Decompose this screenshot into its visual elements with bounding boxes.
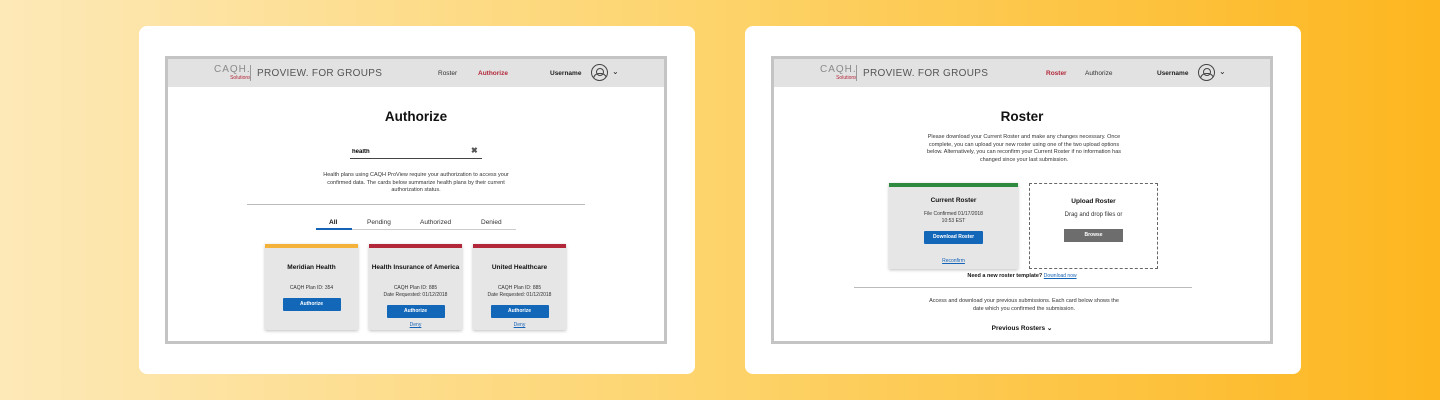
search-input[interactable] xyxy=(350,146,482,159)
tab-all[interactable]: All xyxy=(329,219,337,226)
nav-roster-link[interactable]: Roster xyxy=(438,70,457,77)
status-bar-pending xyxy=(265,244,358,248)
top-nav: CAQH. Solutions PROVIEW. FOR GROUPS Rost… xyxy=(774,59,1270,87)
plan-details: CAQH Plan ID: 885 Date Requested: 01/12/… xyxy=(473,285,566,299)
divider xyxy=(854,287,1192,288)
current-roster-card: Current Roster File Confirmed 01/17/2018… xyxy=(889,183,1018,269)
username-label[interactable]: Username xyxy=(550,70,581,77)
plan-name: United Healthcare xyxy=(491,264,548,271)
product-name: PROVIEW. FOR GROUPS xyxy=(863,68,989,79)
browse-button[interactable]: Browse xyxy=(1064,229,1123,242)
download-roster-button[interactable]: Download Roster xyxy=(924,231,983,244)
authorize-button[interactable]: Authorize xyxy=(386,305,445,318)
date-requested: Date Requested: 01/12/2018 xyxy=(487,292,552,298)
status-tabs: All Pending Authorized Denied xyxy=(316,216,516,230)
authorize-button[interactable]: Authorize xyxy=(282,298,341,311)
download-template-link[interactable]: Download now xyxy=(1044,273,1077,279)
plan-details: CAQH Plan ID: 885 Date Requested: 01/12/… xyxy=(369,285,462,299)
roster-intro-text: Please download your Current Roster and … xyxy=(926,134,1121,163)
nav-roster-link[interactable]: Roster xyxy=(1046,70,1067,77)
previous-rosters-label: Previous Rosters xyxy=(991,325,1046,332)
file-confirmed-date: File Confirmed 01/17/2018 xyxy=(924,211,983,217)
status-bar-confirmed xyxy=(889,183,1018,187)
plan-id: CAQH Plan ID: 354 xyxy=(289,285,334,291)
plan-id: CAQH Plan ID: 885 xyxy=(393,285,438,291)
nav-authorize-link[interactable]: Authorize xyxy=(478,70,508,77)
file-confirmed-time: 10:53 EST xyxy=(941,218,966,224)
authorize-screenshot-card: CAQH. Solutions PROVIEW. FOR GROUPS Rost… xyxy=(139,26,695,374)
nav-authorize-link[interactable]: Authorize xyxy=(1085,70,1112,77)
caqh-logo[interactable]: CAQH. Solutions xyxy=(214,65,251,83)
top-nav: CAQH. Solutions PROVIEW. FOR GROUPS Rost… xyxy=(168,59,664,87)
product-name: PROVIEW. FOR GROUPS xyxy=(257,68,383,79)
reconfirm-link[interactable]: Reconfirm xyxy=(942,258,965,264)
chevron-down-icon: ⌄ xyxy=(1046,325,1053,332)
date-requested: Date Requested: 01/12/2018 xyxy=(383,292,448,298)
page-title: Authorize xyxy=(384,109,448,124)
clear-search-icon[interactable]: ✖ xyxy=(471,146,478,155)
logo-divider xyxy=(250,65,251,81)
confirmed-info: File Confirmed 01/17/2018 10:53 EST xyxy=(889,211,1018,225)
template-text: Need a new roster template? xyxy=(967,273,1043,279)
page-title: Roster xyxy=(1000,109,1044,124)
user-avatar-icon[interactable] xyxy=(1198,64,1215,81)
logo-divider xyxy=(856,65,857,81)
divider xyxy=(247,204,585,205)
deny-link[interactable]: Deny xyxy=(473,322,566,328)
plan-name: Health Insurance of America xyxy=(371,264,460,271)
upload-dropzone[interactable]: Upload Roster Drag and drop files or Bro… xyxy=(1029,183,1158,269)
status-bar-denied xyxy=(369,244,462,248)
deny-link[interactable]: Deny xyxy=(369,322,462,328)
upload-roster-title: Upload Roster xyxy=(1071,198,1116,205)
user-avatar-icon[interactable] xyxy=(591,64,608,81)
tab-authorized[interactable]: Authorized xyxy=(420,219,451,226)
username-label[interactable]: Username xyxy=(1157,70,1188,77)
plan-card: United Healthcare CAQH Plan ID: 885 Date… xyxy=(473,244,566,330)
previous-intro-text: Access and download your previous submis… xyxy=(929,298,1119,312)
authorize-button[interactable]: Authorize xyxy=(490,305,549,318)
tab-pending[interactable]: Pending xyxy=(367,219,391,226)
roster-browser-frame: CAQH. Solutions PROVIEW. FOR GROUPS Rost… xyxy=(771,56,1273,344)
caqh-logo[interactable]: CAQH. Solutions xyxy=(820,65,857,83)
tab-denied[interactable]: Denied xyxy=(481,219,502,226)
plan-card: Meridian Health CAQH Plan ID: 354 Author… xyxy=(265,244,358,330)
chevron-down-icon[interactable]: ⌄ xyxy=(612,67,619,76)
logo-subtext: Solutions xyxy=(230,75,251,81)
plan-id: CAQH Plan ID: 885 xyxy=(497,285,542,291)
roster-screenshot-card: CAQH. Solutions PROVIEW. FOR GROUPS Rost… xyxy=(745,26,1301,374)
status-bar-denied xyxy=(473,244,566,248)
active-tab-indicator xyxy=(316,228,352,230)
plan-card: Health Insurance of America CAQH Plan ID… xyxy=(369,244,462,330)
authorize-browser-frame: CAQH. Solutions PROVIEW. FOR GROUPS Rost… xyxy=(165,56,667,344)
plan-name: Meridian Health xyxy=(287,264,336,271)
chevron-down-icon[interactable]: ⌄ xyxy=(1219,67,1226,76)
template-prompt: Need a new roster template? Download now xyxy=(774,273,1270,279)
logo-subtext: Solutions xyxy=(836,75,857,81)
authorize-intro-text: Health plans using CAQH ProView require … xyxy=(323,172,509,193)
current-roster-title: Current Roster xyxy=(930,197,977,204)
previous-rosters-toggle[interactable]: Previous Rosters ⌄ xyxy=(774,324,1270,332)
drag-drop-text: Drag and drop files or xyxy=(1064,212,1123,218)
